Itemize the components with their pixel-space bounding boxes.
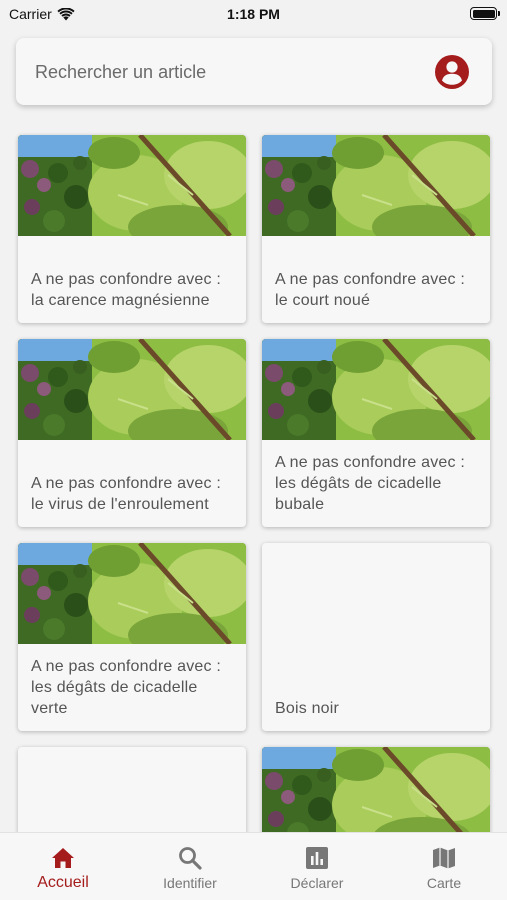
vine-leaf-image: [262, 135, 490, 236]
article-title: A ne pas confondre avec : les dégâts de …: [275, 454, 466, 513]
article-image: [18, 339, 246, 440]
tab-label: Déclarer: [290, 875, 344, 891]
bottom-nav: Accueil Identifier Déclarer Carte: [0, 832, 507, 900]
article-card[interactable]: A ne pas confondre avec : les dégâts de …: [262, 339, 490, 527]
article-image: [18, 543, 246, 644]
article-card[interactable]: A ne pas confondre avec : les dégâts de …: [18, 543, 246, 731]
article-title: A ne pas confondre avec : les dégâts de …: [31, 658, 222, 717]
vine-leaf-image: [18, 135, 246, 236]
search-icon: [179, 847, 202, 870]
tab-carte[interactable]: Carte: [381, 833, 507, 900]
tab-identifier[interactable]: Identifier: [127, 833, 253, 900]
article-card[interactable]: A ne pas confondre avec : le virus de l'…: [18, 339, 246, 527]
tab-label: Identifier: [163, 875, 217, 891]
article-card[interactable]: A ne pas confondre avec : la carence mag…: [18, 135, 246, 323]
article-image: [18, 135, 246, 236]
tab-label: Carte: [426, 875, 462, 891]
map-icon: [433, 847, 455, 869]
article-image: [262, 135, 490, 236]
tab-declarer[interactable]: Déclarer: [254, 833, 380, 900]
article-title: A ne pas confondre avec : le virus de l'…: [31, 475, 222, 513]
vine-leaf-image: [262, 339, 490, 440]
article-image: [262, 339, 490, 440]
article-card[interactable]: Bois noir: [262, 543, 490, 731]
vine-leaf-image: [18, 339, 246, 440]
vine-leaf-image: [18, 543, 246, 644]
bar-chart-icon: [306, 847, 328, 869]
tab-accueil[interactable]: Accueil: [0, 833, 126, 900]
article-title: A ne pas confondre avec : la carence mag…: [31, 271, 222, 309]
article-card[interactable]: A ne pas confondre avec : le court noué: [262, 135, 490, 323]
tab-label: Accueil: [37, 874, 89, 891]
article-grid: A ne pas confondre avec : la carence mag…: [0, 0, 507, 900]
article-title: A ne pas confondre avec : le court noué: [275, 271, 466, 309]
home-icon: [52, 848, 74, 868]
article-title: Bois noir: [275, 700, 340, 717]
